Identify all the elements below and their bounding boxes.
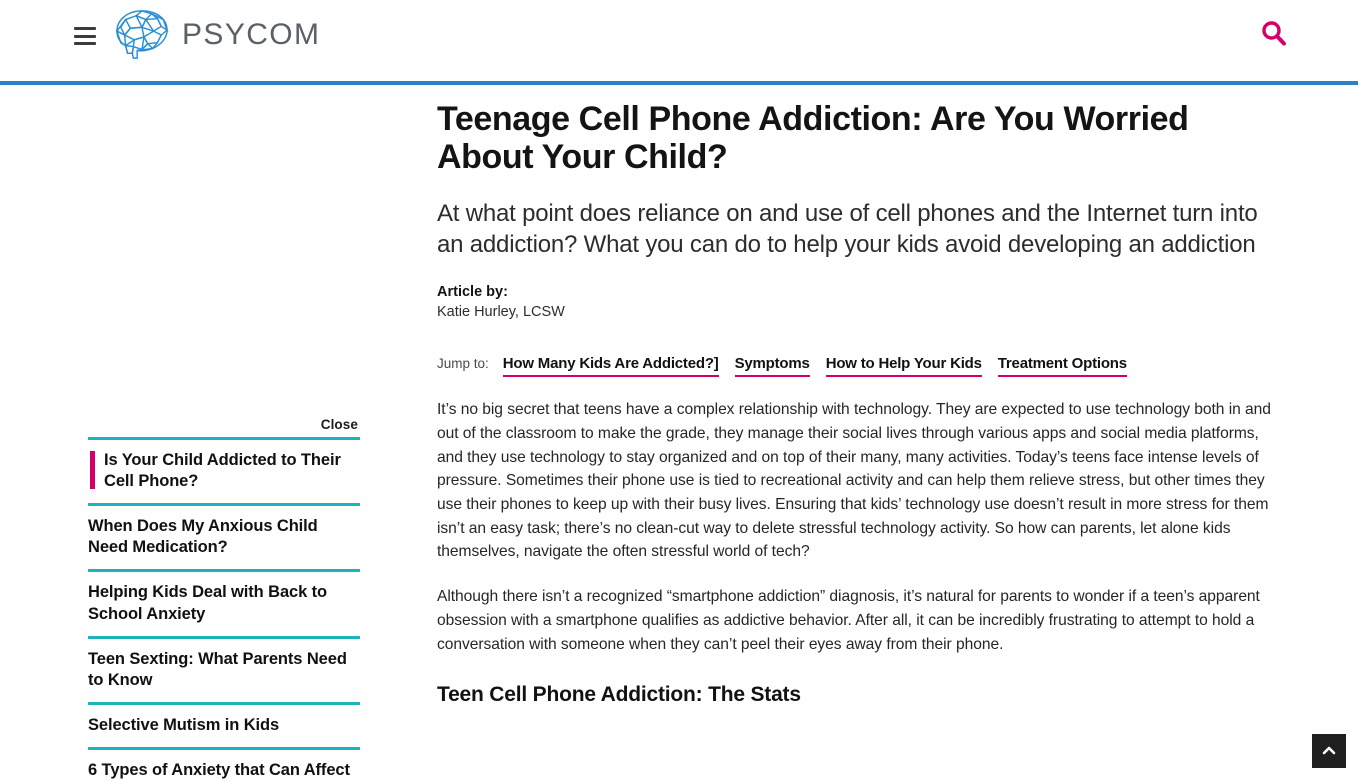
brand-name: PSYCOM	[182, 18, 321, 51]
byline-label: Article by:	[437, 284, 508, 301]
list-item-label: Helping Kids Deal with Back to School An…	[88, 583, 328, 623]
page-title: Teenage Cell Phone Addiction: Are You Wo…	[437, 100, 1189, 177]
hamburger-line	[74, 27, 96, 30]
article-paragraph: It’s no big secret that teens have a com…	[437, 401, 1271, 561]
jump-link-symptoms[interactable]: Symptoms	[734, 355, 810, 378]
list-item[interactable]: Helping Kids Deal with Back to School An…	[88, 572, 360, 639]
list-item[interactable]: Is Your Child Addicted to Their Cell Pho…	[88, 440, 360, 507]
byline-author[interactable]: Katie Hurley, LCSW	[437, 303, 1282, 323]
page-root: PSYCOM Close Is Your Child Addicted to T…	[0, 0, 1358, 780]
byline: Article by: Katie Hurley, LCSW	[437, 283, 1282, 322]
jump-to-nav: Jump to: How Many Kids Are Addicted?] Sy…	[437, 355, 1282, 378]
jump-link-treatment-options[interactable]: Treatment Options	[997, 355, 1127, 378]
section-heading: Teen Cell Phone Addiction: The Stats	[437, 683, 801, 707]
list-item-label: Selective Mutism in Kids	[88, 715, 280, 734]
jump-link-how-to-help-your-kids[interactable]: How to Help Your Kids	[825, 355, 982, 378]
list-item-label: 6 Types of Anxiety that Can Affect Child…	[88, 760, 350, 779]
search-icon[interactable]	[1258, 18, 1290, 50]
list-item-label: When Does My Anxious Child Need Medicati…	[88, 517, 318, 557]
hamburger-menu-icon[interactable]	[74, 27, 96, 45]
article-paragraph: Although there isn’t a recognized “smart…	[437, 588, 1260, 653]
active-indicator-bar	[90, 451, 95, 489]
list-item[interactable]: Teen Sexting: What Parents Need to Know	[88, 639, 360, 705]
related-articles-list: Is Your Child Addicted to Their Cell Pho…	[88, 437, 360, 780]
hamburger-line	[74, 34, 96, 38]
list-item-label: Teen Sexting: What Parents Need to Know	[88, 649, 347, 689]
list-item[interactable]: When Does My Anxious Child Need Medicati…	[88, 506, 360, 573]
chevron-up-icon	[1322, 746, 1336, 755]
sidebar-close-button[interactable]: Close	[321, 417, 358, 432]
scroll-to-top-button[interactable]	[1312, 734, 1346, 768]
related-articles-sidebar: Close Is Your Child Addicted to Their Ce…	[0, 89, 400, 780]
hamburger-line	[74, 42, 96, 45]
site-logo-link[interactable]: PSYCOM	[113, 8, 320, 62]
site-header: PSYCOM	[0, 0, 1358, 85]
article-main: Teenage Cell Phone Addiction: Are You Wo…	[437, 89, 1282, 707]
article-subtitle: At what point does reliance on and use o…	[437, 199, 1258, 258]
list-item-label: Is Your Child Addicted to Their Cell Pho…	[104, 451, 341, 491]
list-item[interactable]: Selective Mutism in Kids	[88, 705, 360, 750]
brain-logo-icon	[115, 10, 169, 59]
jump-link-how-many-kids-are-addicted[interactable]: How Many Kids Are Addicted?]	[502, 355, 719, 378]
jump-to-label: Jump to:	[437, 356, 489, 372]
list-item[interactable]: 6 Types of Anxiety that Can Affect Child…	[88, 750, 360, 780]
jump-to-links: How Many Kids Are Addicted?] Symptoms Ho…	[502, 355, 1127, 378]
